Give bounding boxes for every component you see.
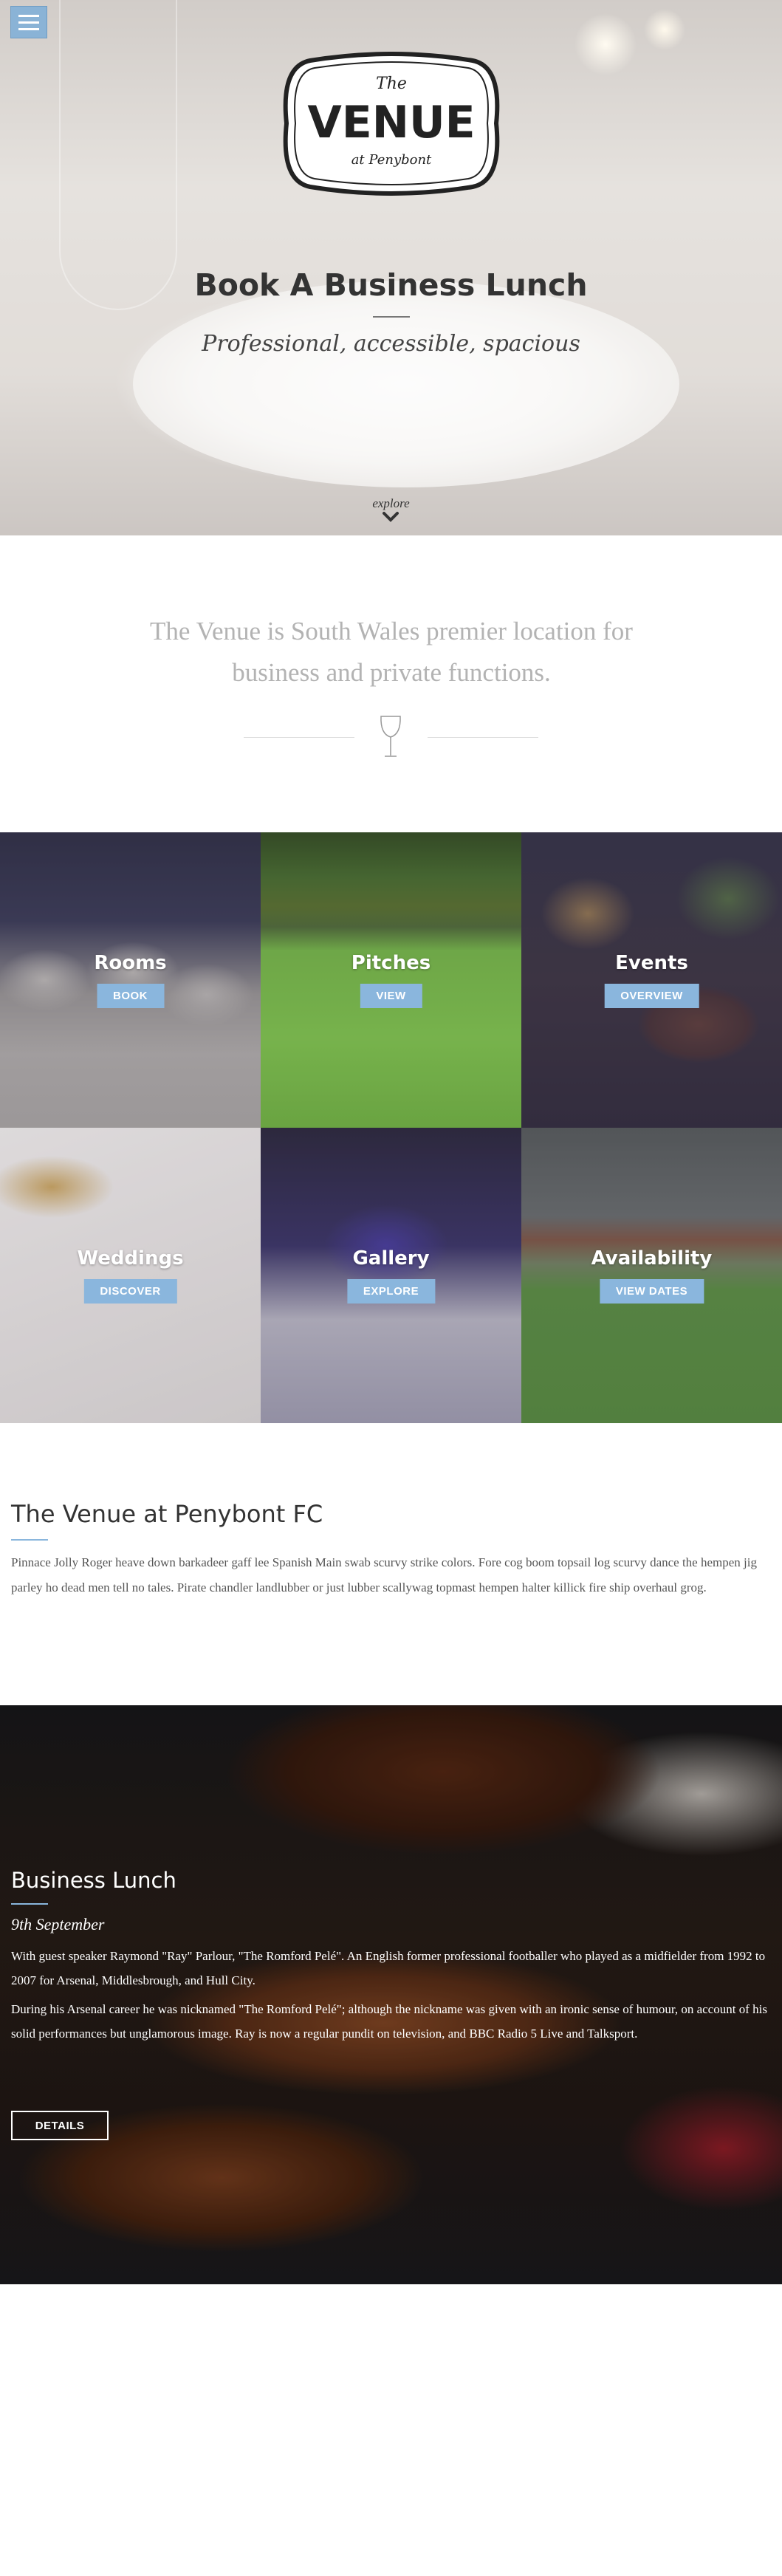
explore-button[interactable]: EXPLORE <box>346 1279 436 1304</box>
tile-weddings[interactable]: Weddings DISCOVER <box>0 1128 261 1423</box>
view-dates-button[interactable]: VIEW DATES <box>599 1279 704 1304</box>
event-paragraph: With guest speaker Raymond "Ray" Parlour… <box>11 1949 766 1987</box>
tile-title: Rooms <box>94 952 167 974</box>
tile-title: Pitches <box>351 952 431 974</box>
tile-overlay <box>0 1128 261 1423</box>
about-section: The Venue at Penybont FC Pinnace Jolly R… <box>0 1423 782 1705</box>
hero-section: The VENUE at Penybont Book A Business Lu… <box>0 0 782 535</box>
intro-text: The Venue is South Wales premier locatio… <box>150 617 633 687</box>
logo-at-text: at Penybont <box>351 152 432 168</box>
intro-divider-left <box>244 737 354 738</box>
hamburger-icon-line <box>18 21 39 24</box>
tile-events[interactable]: Events OVERVIEW <box>521 832 782 1128</box>
menu-button[interactable] <box>10 6 47 38</box>
event-date: 9th September <box>11 1915 105 1933</box>
hamburger-icon-line <box>18 14 39 17</box>
tile-title: Availability <box>591 1247 713 1270</box>
tile-gallery[interactable]: Gallery EXPLORE <box>261 1128 521 1423</box>
tile-overlay <box>0 832 261 1128</box>
tile-rooms[interactable]: Rooms BOOK <box>0 832 261 1128</box>
hero-title-bold: Business Lunch <box>323 267 588 303</box>
hero-title-light: Book A <box>194 267 324 303</box>
book-button[interactable]: BOOK <box>97 984 164 1008</box>
tile-title: Events <box>615 952 688 974</box>
page-footer-space <box>0 2284 782 2576</box>
chevron-down-icon[interactable] <box>383 511 399 523</box>
explore-link[interactable]: explore <box>0 496 782 511</box>
tile-title: Gallery <box>352 1247 430 1270</box>
tile-pitches[interactable]: Pitches VIEW <box>261 832 521 1128</box>
about-heading: The Venue at Penybont FC <box>11 1500 323 1528</box>
event-background-image <box>0 1705 782 2284</box>
about-divider <box>11 1539 48 1541</box>
tile-availability[interactable]: Availability VIEW DATES <box>521 1128 782 1423</box>
logo-venue-text: VENUE <box>307 97 475 148</box>
tile-overlay <box>521 832 782 1128</box>
details-button[interactable]: DETAILS <box>11 2111 109 2140</box>
hero-title: Book A Business Lunch <box>0 267 782 303</box>
hamburger-icon-line <box>18 27 39 30</box>
intro-divider-right <box>428 737 538 738</box>
logo-the-text: The <box>376 75 407 93</box>
feature-tiles: Rooms BOOK Pitches VIEW Events OVERVIEW … <box>0 832 782 1423</box>
event-section: Business Lunch 9th September With guest … <box>0 1705 782 2284</box>
tile-title: Weddings <box>77 1247 184 1270</box>
wine-glass-icon <box>380 716 401 757</box>
event-paragraph: During his Arsenal career he was nicknam… <box>11 2002 767 2041</box>
view-button[interactable]: VIEW <box>360 984 422 1008</box>
hero-divider <box>373 316 410 318</box>
event-heading: Business Lunch <box>11 1868 176 1893</box>
overview-button[interactable]: OVERVIEW <box>604 984 699 1008</box>
tile-overlay <box>521 1128 782 1423</box>
venue-logo[interactable]: The VENUE at Penybont <box>281 52 502 196</box>
intro-section: The Venue is South Wales premier locatio… <box>0 535 782 832</box>
tile-overlay <box>261 1128 521 1423</box>
about-body: Pinnace Jolly Roger heave down barkadeer… <box>11 1555 757 1594</box>
tile-overlay <box>261 832 521 1128</box>
discover-button[interactable]: DISCOVER <box>83 1279 177 1304</box>
hero-subtitle: Professional, accessible, spacious <box>202 331 580 357</box>
event-divider <box>11 1903 48 1905</box>
